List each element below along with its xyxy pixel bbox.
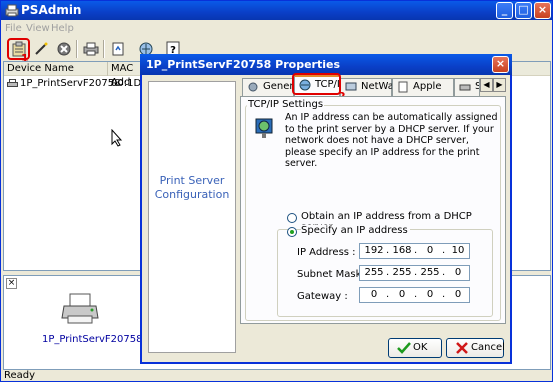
dhcp-radio[interactable] xyxy=(287,213,297,223)
refresh-button[interactable] xyxy=(108,39,128,59)
close-button[interactable]: × xyxy=(534,2,551,19)
wand-icon xyxy=(35,42,48,55)
print-button[interactable] xyxy=(81,39,101,59)
printer-app-icon xyxy=(5,4,19,17)
gateway-field[interactable]: 0. 0. 0. 0 xyxy=(359,287,470,303)
gateway-label: Gateway : xyxy=(297,291,348,302)
print-server-icon[interactable] xyxy=(60,292,100,326)
minimize-button[interactable]: _ xyxy=(496,2,513,19)
static-ip-radio-label[interactable]: Specify an IP address xyxy=(301,225,410,236)
checkmark-icon xyxy=(397,342,411,354)
device-name-cell: 1P_PrintServF20758 xyxy=(20,78,121,89)
menu-file[interactable]: File xyxy=(5,23,22,34)
ip-address-label: IP Address : xyxy=(297,247,356,258)
menu-bar: File View Help xyxy=(1,20,552,37)
mouse-cursor-icon xyxy=(111,129,123,147)
tab-scroll: ◀ ▶ xyxy=(480,78,506,92)
ip-address-field[interactable]: 192. 168. 0. 10 xyxy=(359,243,470,259)
title-bar[interactable]: PSAdmin _ □ × xyxy=(1,1,552,20)
tab-scroll-right-button[interactable]: ▶ xyxy=(493,78,506,92)
printer-icon xyxy=(7,79,18,87)
printer-icon xyxy=(83,42,99,56)
ok-label: OK xyxy=(413,342,428,353)
network-settings-icon xyxy=(255,118,273,138)
dialog-close-button[interactable]: × xyxy=(492,56,509,73)
subnet-mask-label: Subnet Mask : xyxy=(297,269,368,280)
annotation-box-2 xyxy=(292,73,341,95)
tab-general[interactable]: General xyxy=(242,78,302,96)
print-server-label[interactable]: 1P_PrintServF20758 xyxy=(42,334,143,345)
tab-appletalk[interactable]: Apple Talk xyxy=(392,78,454,108)
maximize-button[interactable]: □ xyxy=(515,2,532,19)
tcpip-tab-panel: TCP/IP Settings An IP address can be aut… xyxy=(240,96,506,324)
gear-icon xyxy=(248,82,258,92)
printer-icon xyxy=(459,84,471,91)
group-title: TCP/IP Settings xyxy=(247,99,325,110)
tab-netware[interactable]: NetWare xyxy=(340,78,404,96)
tab-scroll-left-button[interactable]: ◀ xyxy=(480,78,493,92)
dialog-title: 1P_PrintServF20758 Properties xyxy=(146,58,340,71)
refresh-icon xyxy=(112,42,124,56)
side-title-line2: Configuration xyxy=(154,188,230,201)
properties-dialog: 1P_PrintServF20758 Properties × Print Se… xyxy=(140,54,512,364)
cancel-label: Cancel xyxy=(471,342,505,353)
ok-button[interactable]: OK xyxy=(388,338,442,358)
document-icon xyxy=(398,81,408,93)
tcpip-description: An IP address can be automatically assig… xyxy=(285,112,498,169)
menu-view[interactable]: View xyxy=(26,23,50,34)
dialog-title-bar[interactable]: 1P_PrintServF20758 Properties × xyxy=(140,54,512,75)
stop-icon xyxy=(57,42,71,56)
cancel-button[interactable]: Cancel xyxy=(446,338,505,358)
status-bar: Ready xyxy=(4,370,36,381)
tab-overflow[interactable]: SI xyxy=(454,78,480,96)
window-title: PSAdmin xyxy=(21,3,82,17)
stop-button[interactable] xyxy=(54,39,74,59)
static-ip-radio[interactable] xyxy=(287,227,297,237)
menu-help[interactable]: Help xyxy=(51,23,74,34)
side-panel: Print Server Configuration xyxy=(148,81,236,353)
column-device-name[interactable]: Device Name xyxy=(4,62,108,76)
monitor-icon xyxy=(345,82,357,91)
toolbar-separator xyxy=(76,40,78,58)
wizard-button[interactable] xyxy=(31,39,51,59)
toolbar-separator xyxy=(103,40,105,58)
pane-close-button[interactable]: × xyxy=(6,278,17,289)
subnet-mask-field[interactable]: 255. 255. 255. 0 xyxy=(359,265,470,281)
side-title-line1: Print Server xyxy=(159,174,225,187)
cross-icon xyxy=(456,342,468,354)
